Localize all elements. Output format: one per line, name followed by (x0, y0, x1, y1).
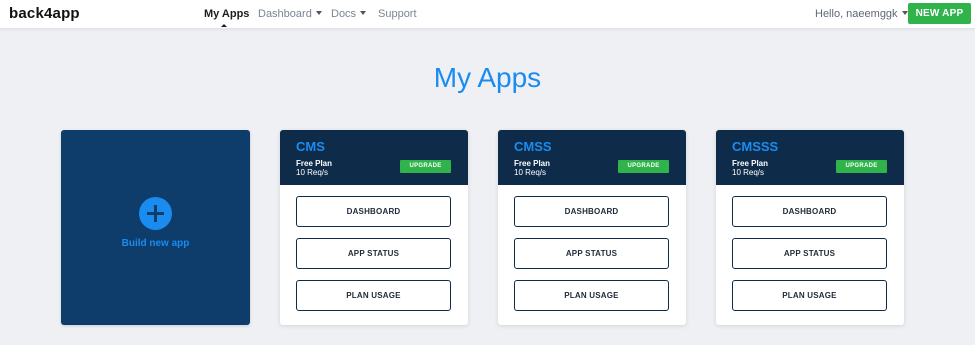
app-request-limit: 10 Req/s (514, 168, 547, 177)
app-name[interactable]: CMSSS (732, 139, 778, 154)
app-card-header: CMSS Free Plan 10 Req/s UPGRADE (498, 130, 686, 185)
nav-support-label: Support (378, 8, 417, 20)
app-card-header: CMS Free Plan 10 Req/s UPGRADE (280, 130, 468, 185)
nav-support[interactable]: Support (378, 8, 417, 20)
caret-down-icon (315, 11, 322, 16)
app-status-button[interactable]: APP STATUS (732, 238, 887, 269)
active-nav-indicator-icon (221, 24, 227, 27)
app-plan: Free Plan (732, 159, 769, 168)
plus-circle-icon (139, 197, 172, 230)
app-status-button[interactable]: APP STATUS (514, 238, 669, 269)
app-status-button[interactable]: APP STATUS (296, 238, 451, 269)
nav-docs[interactable]: Docs (331, 8, 367, 20)
app-plan: Free Plan (514, 159, 551, 168)
upgrade-button[interactable]: UPGRADE (400, 160, 451, 173)
nav-my-apps-label: My Apps (204, 8, 250, 20)
nav-docs-label: Docs (331, 8, 357, 20)
app-name[interactable]: CMSS (514, 139, 552, 154)
plan-usage-button[interactable]: PLAN USAGE (514, 280, 669, 311)
upgrade-button[interactable]: UPGRADE (836, 160, 887, 173)
dashboard-button[interactable]: DASHBOARD (514, 196, 669, 227)
app-card-cmsss: CMSSS Free Plan 10 Req/s UPGRADE DASHBOA… (716, 130, 904, 325)
build-new-app-tile[interactable]: Build new app (61, 130, 250, 325)
app-card-header: CMSSS Free Plan 10 Req/s UPGRADE (716, 130, 904, 185)
back4app-logo[interactable]: back4app (9, 5, 80, 22)
page-title: My Apps (433, 62, 542, 93)
upgrade-button[interactable]: UPGRADE (618, 160, 669, 173)
app-card-cmss: CMSS Free Plan 10 Req/s UPGRADE DASHBOAR… (498, 130, 686, 325)
app-request-limit: 10 Req/s (732, 168, 765, 177)
nav-my-apps[interactable]: My Apps (204, 8, 249, 20)
build-new-app-label: Build new app (121, 238, 190, 249)
caret-down-icon (901, 11, 908, 16)
nav-dashboard[interactable]: Dashboard (258, 8, 322, 20)
nav-dashboard-label: Dashboard (258, 8, 312, 20)
app-card-cms: CMS Free Plan 10 Req/s UPGRADE DASHBOARD… (280, 130, 468, 325)
caret-down-icon (360, 11, 367, 16)
dashboard-button[interactable]: DASHBOARD (732, 196, 887, 227)
app-plan: Free Plan (296, 159, 333, 168)
app-request-limit: 10 Req/s (296, 168, 329, 177)
dashboard-button[interactable]: DASHBOARD (296, 196, 451, 227)
user-menu[interactable]: Hello, naeemggk (815, 8, 908, 20)
user-greeting: Hello, naeemggk (815, 8, 898, 20)
app-name[interactable]: CMS (296, 139, 325, 154)
top-navbar: back4app My Apps Dashboard Docs Support … (0, 0, 975, 29)
plan-usage-button[interactable]: PLAN USAGE (732, 280, 887, 311)
new-app-button[interactable]: NEW APP (908, 3, 971, 24)
plan-usage-button[interactable]: PLAN USAGE (296, 280, 451, 311)
